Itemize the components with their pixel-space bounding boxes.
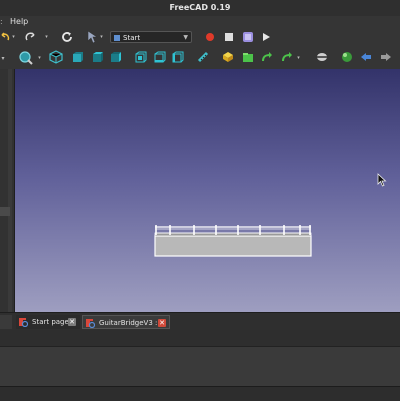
python-console-panel[interactable] — [0, 330, 400, 346]
undo-icon[interactable] — [0, 31, 10, 43]
freecad-logo-icon — [85, 318, 96, 329]
3d-viewport[interactable] — [15, 69, 400, 312]
menu-bar: : Help — [0, 16, 400, 28]
redo-icon[interactable] — [25, 31, 37, 43]
guitar-bridge-model[interactable] — [154, 223, 314, 263]
window-title: FreeCAD 0.19 — [169, 3, 231, 12]
std-group-icon[interactable] — [242, 51, 254, 63]
back-arrow-icon[interactable] — [360, 51, 372, 63]
link-actions-icon[interactable] — [281, 51, 293, 63]
forward-arrow-icon[interactable] — [380, 51, 392, 63]
view-toolbar: ▾ ▾ ▾ — [0, 47, 400, 70]
measure-icon[interactable] — [197, 51, 209, 63]
document-tab-bar: Start page ✕ GuitarBridgeV3 : 1 ✕ — [0, 312, 400, 331]
view-bottom-icon[interactable] — [154, 51, 166, 63]
close-icon[interactable]: ✕ — [158, 319, 166, 327]
workbench-icon — [114, 35, 120, 41]
whats-this-dropdown-icon[interactable]: ▾ — [99, 33, 104, 41]
chevron-down-icon: ▼ — [183, 34, 188, 41]
menu-separator: : — [0, 17, 3, 26]
menu-help[interactable]: Help — [10, 16, 28, 28]
view-right-icon[interactable] — [110, 51, 122, 63]
macros-icon[interactable] — [242, 31, 254, 43]
sphere-icon[interactable] — [341, 51, 353, 63]
tab-label: GuitarBridgeV3 : 1 — [99, 319, 165, 327]
run-macro-icon[interactable] — [261, 32, 271, 42]
view-isometric-icon[interactable] — [49, 50, 63, 64]
record-macro-icon[interactable] — [205, 32, 215, 42]
report-view-panel[interactable] — [0, 346, 400, 387]
stop-macro-icon[interactable] — [224, 32, 234, 42]
tab-label: Start page — [32, 318, 69, 326]
combo-view-panel — [0, 69, 15, 312]
workbench-selector[interactable]: Start ▼ — [110, 31, 192, 43]
close-icon[interactable]: ✕ — [68, 318, 76, 326]
workbench-selected-label: Start — [123, 34, 141, 42]
freecad-logo-icon — [18, 317, 29, 328]
status-bar — [0, 386, 400, 401]
fit-all-icon[interactable] — [18, 50, 34, 66]
tab-start-page[interactable]: Start page ✕ — [16, 315, 80, 329]
whats-this-icon[interactable] — [86, 30, 98, 44]
view-top-icon[interactable] — [92, 51, 104, 63]
link-icon[interactable] — [261, 51, 273, 63]
redo-dropdown-icon[interactable]: ▾ — [44, 33, 49, 41]
combo-view-scrollbar[interactable] — [8, 69, 12, 312]
mouse-pointer-icon — [377, 172, 387, 191]
window-titlebar: FreeCAD 0.19 — [0, 0, 400, 16]
combo-view-splitter-handle[interactable] — [0, 207, 10, 216]
fit-dropdown-icon[interactable]: ▾ — [37, 54, 42, 62]
view-left-icon[interactable] — [172, 51, 184, 63]
view-front-icon[interactable] — [72, 51, 84, 63]
view-dropdown-icon[interactable]: ▾ — [0, 53, 6, 63]
refresh-icon[interactable] — [61, 31, 73, 43]
std-part-icon[interactable] — [222, 51, 234, 63]
view-rear-icon[interactable] — [135, 51, 147, 63]
tab-scroll-stub — [0, 315, 12, 329]
tab-guitar-bridge[interactable]: GuitarBridgeV3 : 1 ✕ — [82, 315, 170, 329]
undo-dropdown-icon[interactable]: ▾ — [11, 33, 16, 41]
box-icon[interactable] — [316, 51, 328, 63]
link-dropdown-icon[interactable]: ▾ — [296, 54, 301, 62]
file-macro-toolbar: ▾ ▾ ▾ Start ▼ — [0, 28, 400, 48]
